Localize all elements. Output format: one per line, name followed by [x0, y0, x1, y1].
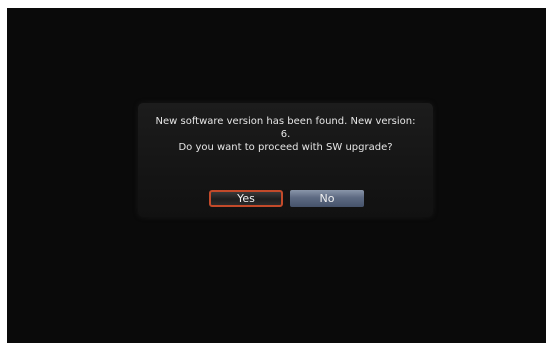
- dialog-message-line-3: Do you want to proceed with SW upgrade?: [178, 142, 393, 153]
- dialog-message-line-1: New software version has been found. New…: [155, 116, 416, 127]
- upgrade-dialog: New software version has been found. New…: [138, 103, 433, 217]
- no-button[interactable]: No: [290, 190, 364, 207]
- dialog-message: New software version has been found. New…: [138, 115, 433, 154]
- tv-screen: New software version has been found. New…: [7, 8, 546, 343]
- dialog-message-line-2: 6.: [280, 129, 291, 140]
- yes-button[interactable]: Yes: [209, 190, 283, 207]
